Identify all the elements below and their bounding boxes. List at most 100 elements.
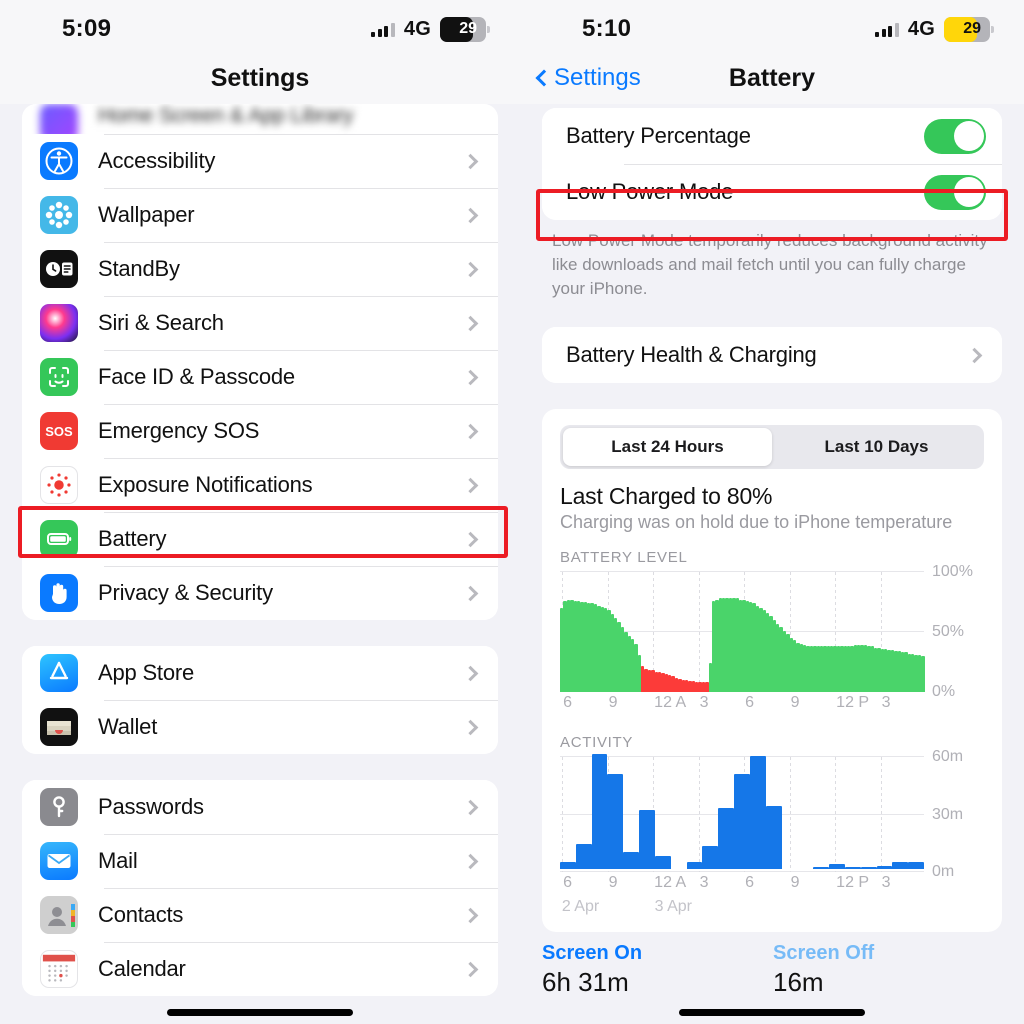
battery-usage-card: Last 24 Hours Last 10 Days Last Charged … [542,409,1002,933]
time-range-segmented-control[interactable]: Last 24 Hours Last 10 Days [560,425,984,470]
battery-scroll-view[interactable]: Battery Percentage Low Power Mode Low Po… [520,108,1024,1024]
sidebar-item-privacy-security[interactable]: Privacy & Security [22,566,498,620]
face-id-icon [40,358,78,396]
cellular-signal-icon [371,22,395,37]
chevron-right-icon [462,585,479,601]
sidebar-item-mail[interactable]: Mail [22,834,498,888]
x-tick-label: 6 [563,874,573,892]
battery-health-row[interactable]: Battery Health & Charging [542,327,1002,384]
bar [702,846,719,870]
sidebar-item-siri-search[interactable]: Siri & Search [22,296,498,350]
wallpaper-icon [40,196,78,234]
chevron-right-icon [462,907,479,923]
last-charged-title: Last Charged to 80% [560,483,773,510]
sidebar-item-label: Contacts [98,902,184,927]
sidebar-item-battery[interactable]: Battery [22,512,498,566]
chevron-right-icon [462,799,479,815]
home-indicator [679,1009,865,1016]
x-tick-label: 12 P [836,874,870,892]
bar [651,670,655,693]
sidebar-item-label: Accessibility [98,148,216,173]
screen-off-value: 16m [773,967,824,998]
battery-level-chart-title: BATTERY LEVEL [560,549,688,567]
sidebar-item-label: App Store [98,660,195,685]
sidebar-item-label: Siri & Search [98,310,224,335]
chevron-right-icon [462,207,479,223]
sidebar-item-emergency-sos[interactable]: SOS Emergency SOS [22,404,498,458]
mail-icon [40,842,78,880]
activity-chart: 0m 30m 60m [560,748,984,880]
sidebar-item-face-id[interactable]: Face ID & Passcode [22,350,498,404]
sidebar-item-app-store[interactable]: App Store [22,646,498,700]
activity-x-axis: 6 9 12 A 3 6 9 12 P 3 [560,872,924,898]
chevron-right-icon [462,369,479,385]
sidebar-item-wallet[interactable]: Wallet [22,700,498,754]
sidebar-item-contacts[interactable]: Contacts [22,888,498,942]
bar [597,605,601,693]
settings-group-3: Passwords Mail Contacts Calendar [22,780,498,996]
chevron-right-icon [462,719,479,735]
sidebar-item-accessibility[interactable]: Accessibility [22,134,498,188]
screen-on-value: 6h 31m [542,967,629,998]
bar [860,867,877,870]
bar [840,646,844,693]
standby-icon [40,250,78,288]
low-power-mode-toggle[interactable] [924,174,986,210]
status-time: 5:10 [582,15,632,42]
left-status-bar: 5:09 4G 29 [0,0,520,52]
sidebar-item-label: Mail [98,848,138,873]
x-tick-label: 12 P [836,694,870,712]
sidebar-item-home-screen[interactable]: Home Screen & App Library [22,104,498,142]
sidebar-item-label: Calendar [98,956,186,981]
calendar-icon [40,950,78,988]
status-time: 5:09 [62,15,112,42]
siri-icon [40,304,78,342]
battery-health-group: Battery Health & Charging [542,327,1002,384]
bar [686,861,703,870]
privacy-hand-icon [40,574,78,612]
row-label: Low Power Mode [566,179,734,204]
battery-icon [40,520,78,558]
screen-on-label: Screen On [542,942,643,965]
bar [867,646,871,693]
sidebar-item-passwords[interactable]: Passwords [22,780,498,834]
accessibility-icon [40,142,78,180]
battery-percentage-row[interactable]: Battery Percentage [542,108,1002,164]
network-type-label: 4G [907,17,935,40]
x-tick-label: 6 [563,694,573,712]
bar [718,808,735,870]
battery-percent-label: 29 [459,20,477,37]
sidebar-item-standby[interactable]: StandBy [22,242,498,296]
x-tick-label: 3 [881,874,891,892]
right-status-bar: 5:10 4G 29 [520,0,1024,52]
sidebar-item-calendar[interactable]: Calendar [22,942,498,996]
sidebar-item-wallpaper[interactable]: Wallpaper [22,188,498,242]
segment-last-24-hours[interactable]: Last 24 Hours [563,428,772,467]
x-tick-label: 12 A [654,874,687,892]
page-title: Settings [210,63,310,92]
chevron-right-icon [462,153,479,169]
chevron-right-icon [462,853,479,869]
day-label: 2 Apr [561,898,600,916]
sidebar-item-label: Exposure Notifications [98,472,313,497]
left-nav-bar: Settings [0,52,520,104]
y-tick-label: 30m [932,805,964,823]
bar [639,809,655,870]
screen-off-stat: Screen Off 16m [773,942,1004,998]
right-nav-bar: Settings Battery [520,52,1024,104]
sidebar-item-exposure-notifications[interactable]: Exposure Notifications [22,458,498,512]
back-button[interactable]: Settings [535,64,641,92]
activity-chart-title: ACTIVITY [560,734,634,752]
settings-scroll-view[interactable]: Home Screen & App Library Accessibility … [0,104,520,1024]
x-tick-label: 9 [608,694,618,712]
sidebar-item-label: Wallet [98,714,158,739]
sidebar-item-label: Passwords [98,794,204,819]
x-tick-label: 9 [790,694,800,712]
row-label: Battery Percentage [566,123,751,148]
x-tick-label: 3 [881,694,891,712]
low-power-mode-row[interactable]: Low Power Mode [542,164,1002,220]
segment-last-10-days[interactable]: Last 10 Days [772,428,981,466]
right-phone-screen: 5:10 4G 29 Settings Battery Battery Perc… [520,0,1024,1024]
bar [570,599,574,693]
battery-percentage-toggle[interactable] [924,118,986,154]
